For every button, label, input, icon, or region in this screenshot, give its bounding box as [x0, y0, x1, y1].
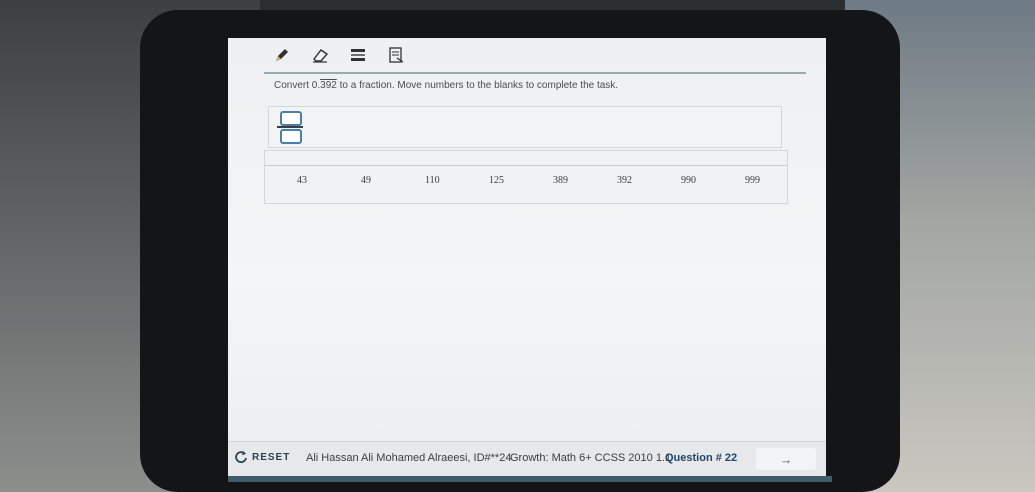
question-prompt: Convert 0.392 to a fraction. Move number…: [274, 80, 618, 91]
fraction-answer: [277, 111, 303, 144]
denominator-blank[interactable]: [280, 129, 302, 144]
screen-bottom-edge: [228, 476, 832, 482]
reset-icon: [235, 451, 247, 463]
toolbar-divider: [264, 72, 806, 74]
number-tile[interactable]: 125: [485, 173, 508, 188]
reset-label: RESET: [252, 451, 291, 463]
prompt-end: to a fraction. Move numbers to the blank…: [336, 80, 619, 91]
next-button[interactable]: →: [756, 448, 816, 470]
pencil-icon[interactable]: [272, 45, 292, 65]
question-number: Question # 22: [665, 452, 738, 464]
bank-divider: [265, 165, 787, 166]
footer-bar: RESET Ali Hassan Ali Mohamed Alraeesi, I…: [228, 441, 826, 476]
number-tile[interactable]: 392: [613, 173, 636, 188]
answer-area: [268, 106, 782, 148]
eraser-icon[interactable]: [310, 45, 330, 65]
fraction-bar: [277, 126, 303, 128]
notepad-icon[interactable]: [386, 45, 406, 65]
number-bank: 43 49 110 125 389 392 990 999: [264, 150, 788, 204]
number-tile[interactable]: 999: [741, 173, 764, 188]
prompt-start: Convert 0.: [274, 80, 321, 91]
line-reader-icon[interactable]: [348, 45, 368, 65]
toolbar: [272, 44, 406, 66]
number-tile[interactable]: 110: [421, 173, 444, 188]
number-tile[interactable]: 389: [549, 173, 572, 188]
numerator-blank[interactable]: [280, 111, 302, 126]
number-tile[interactable]: 43: [293, 173, 311, 188]
test-screen: Convert 0.392 to a fraction. Move number…: [228, 38, 826, 476]
number-tile[interactable]: 990: [677, 173, 700, 188]
arrow-right-icon: →: [779, 451, 793, 467]
number-tile[interactable]: 49: [357, 173, 375, 188]
reset-button[interactable]: RESET: [234, 450, 290, 464]
student-info: Ali Hassan Ali Mohamed Alraeesi, ID#**24: [306, 452, 512, 464]
repeating-digits: 392: [320, 80, 337, 91]
test-name: Growth: Math 6+ CCSS 2010 1.1: [510, 452, 672, 464]
